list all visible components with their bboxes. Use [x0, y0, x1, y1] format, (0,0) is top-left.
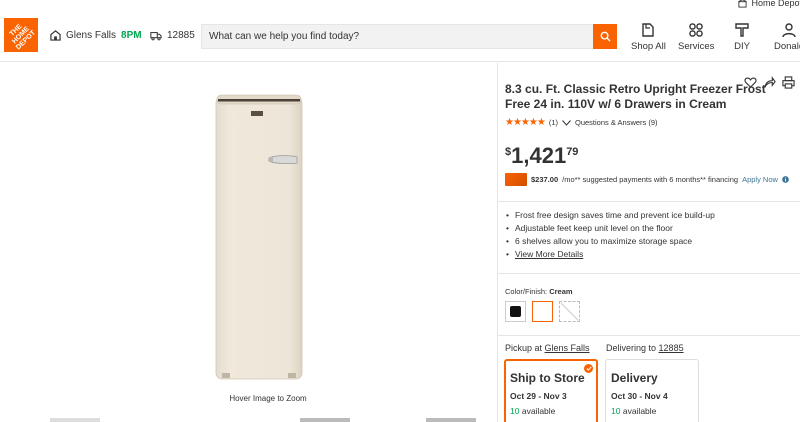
highlight-item: 6 shelves allow you to maximize storage … [506, 235, 715, 248]
nav-shop-all[interactable]: Shop All [631, 22, 666, 52]
check-icon [584, 364, 593, 373]
delivery-zip-selector[interactable]: 12885 [150, 30, 195, 41]
delivery-card[interactable]: Delivery Oct 30 - Nov 4 10 available [605, 359, 699, 422]
pickup-store-link[interactable]: Glens Falls [545, 343, 590, 353]
ship-to-store-card[interactable]: Ship to Store Oct 29 - Nov 3 10 availabl… [504, 359, 598, 422]
color-swatches [505, 301, 580, 322]
store-name: Glens Falls [66, 30, 117, 41]
services-icon [689, 23, 704, 37]
product-actions [744, 76, 795, 89]
search-bar [201, 23, 617, 49]
nav-label: Donald [774, 41, 800, 52]
chevron-down-icon[interactable] [562, 119, 571, 126]
print-icon[interactable] [782, 76, 795, 89]
highlight-item: Adjustable feet keep unit level on the f… [506, 222, 715, 235]
divider [498, 335, 800, 336]
questions-answers-link[interactable]: Questions & Answers (9) [575, 118, 658, 127]
ship-count: 10 [510, 406, 520, 416]
finance-text: /mo** suggested payments with 6 months**… [562, 175, 739, 184]
store-icon [50, 30, 61, 41]
unavailable-slash-icon [560, 302, 579, 321]
price-dollars: 1,421 [511, 143, 567, 168]
pickup-heading: Pickup at Glens Falls [505, 343, 590, 353]
hover-zoom-caption: Hover Image to Zoom [229, 394, 307, 403]
delivery-title: Delivery [611, 371, 658, 385]
account-icon [782, 23, 796, 38]
color-label-text: Color/Finish: [505, 287, 548, 296]
delivering-heading: Delivering to 12885 [606, 343, 684, 353]
view-more-details-link[interactable]: View More Details [515, 249, 583, 259]
star-rating[interactable]: ★★★★★ [505, 117, 546, 128]
divider [498, 201, 800, 202]
credit-card-image [505, 173, 527, 186]
site-header: THE HOME DEPOT Glens Falls 8PM 12885 Sho… [0, 12, 800, 62]
store-icon [738, 0, 748, 8]
pickup-label: Pickup at [505, 343, 543, 353]
divider [498, 273, 800, 274]
financing-offer: $237.00/mo** suggested payments with 6 m… [505, 173, 789, 186]
search-input[interactable] [202, 25, 593, 48]
home-depot-utility-link[interactable]: Home Depot [738, 0, 800, 8]
delivering-label: Delivering to [606, 343, 657, 353]
thumbnail[interactable] [50, 418, 100, 422]
ship-availability: 10 available [510, 406, 592, 416]
favorite-icon[interactable] [744, 76, 757, 89]
ship-suffix: available [521, 406, 556, 416]
delivery-availability: 10 available [611, 406, 693, 416]
delivery-zip: 12885 [167, 30, 195, 41]
store-hours: 8PM [121, 30, 142, 41]
delivery-suffix: available [622, 406, 657, 416]
product-image-gallery: Hover Image to Zoom [40, 63, 496, 422]
truck-icon [150, 31, 162, 40]
shop-all-icon [642, 23, 655, 37]
color-value: Cream [549, 287, 573, 296]
highlight-item: Frost free design saves time and prevent… [506, 209, 715, 222]
info-icon[interactable] [782, 176, 789, 183]
nav-label: DIY [734, 41, 750, 52]
ship-title: Ship to Store [510, 371, 585, 385]
product-info-panel: 8.3 cu. Ft. Classic Retro Upright Freeze… [497, 63, 800, 422]
apply-now-link[interactable]: Apply Now [742, 175, 778, 184]
rating-summary: ★★★★★ (1) Questions & Answers (9) [505, 117, 658, 128]
highlight-item: View More Details [506, 248, 715, 261]
review-count[interactable]: (1) [549, 118, 558, 127]
thumbnail[interactable] [300, 418, 350, 422]
store-selector[interactable]: Glens Falls 8PM [50, 30, 142, 41]
color-finish-label: Color/Finish: Cream [505, 287, 573, 296]
nav-label: Shop All [631, 41, 666, 52]
nav-services[interactable]: Services [678, 22, 714, 52]
delivery-count: 10 [611, 406, 621, 416]
home-depot-logo[interactable]: THE HOME DEPOT [4, 18, 38, 52]
product-image[interactable] [214, 93, 304, 383]
nav-label: Services [678, 41, 715, 52]
delivering-zip-link[interactable]: 12885 [659, 343, 684, 353]
logo-text: THE HOME DEPOT [8, 22, 37, 51]
product-title: 8.3 cu. Ft. Classic Retro Upright Freeze… [505, 82, 766, 111]
nav-diy[interactable]: DIY [734, 22, 750, 52]
search-button[interactable] [593, 23, 617, 49]
utility-bar: Home Depot [0, 0, 800, 12]
search-icon [600, 31, 611, 42]
swatch-black[interactable] [505, 301, 526, 322]
delivery-dates: Oct 30 - Nov 4 [611, 391, 668, 401]
product-highlights: Frost free design saves time and prevent… [506, 209, 715, 261]
nav-account[interactable]: Donald [774, 22, 800, 52]
swatch-cream[interactable] [532, 301, 553, 322]
thumbnail[interactable] [426, 418, 476, 422]
price-cents: 79 [566, 146, 579, 158]
swatch-unavailable[interactable] [559, 301, 580, 322]
share-icon[interactable] [763, 76, 776, 89]
diy-icon [735, 23, 749, 37]
ship-dates: Oct 29 - Nov 3 [510, 391, 567, 401]
finance-amount: $237.00 [531, 175, 559, 184]
product-price: $ 1,421 79 [505, 144, 578, 168]
home-depot-utility-label: Home Depot [751, 0, 800, 8]
